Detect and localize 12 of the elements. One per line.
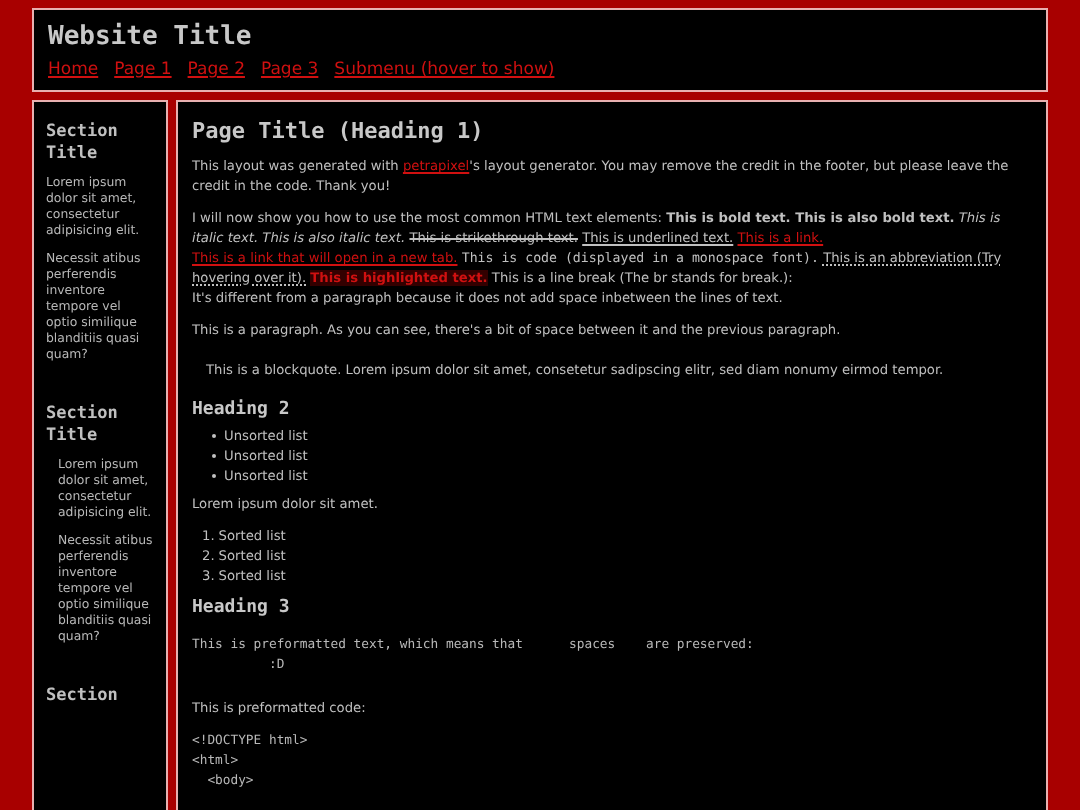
heading: Heading 3 [192,598,292,618]
section-title: Section [46,686,120,708]
nav-link[interactable]: Home [48,60,99,80]
page-title: Page Title (Heading 1) [192,118,486,144]
section-title: Section Title [46,122,120,166]
nav-link[interactable]: Page 1 [114,60,172,80]
section-title: Section Title [46,404,120,448]
nav-link[interactable]: Page 2 [187,60,245,80]
nav-link[interactable]: Page 3 [260,60,319,80]
heading: Heading 2 [192,400,292,420]
site-title: Website Title [48,22,254,52]
nav-link[interactable]: Submenu (hover to show) [334,60,555,80]
